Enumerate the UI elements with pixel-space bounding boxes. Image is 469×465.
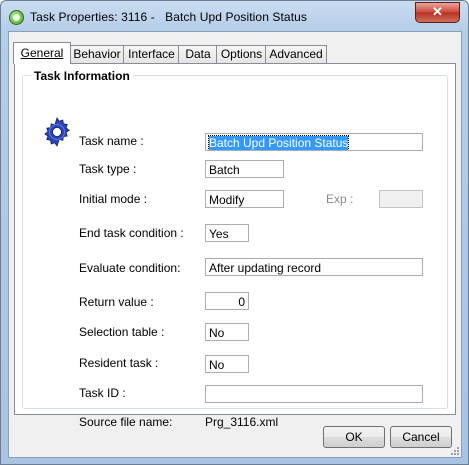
exp-label: Exp : [326, 192, 354, 206]
window-title: Task Properties: 3116 - Batch Upd Positi… [30, 10, 308, 24]
close-icon: ✕ [432, 4, 443, 19]
resident-task-label: Resident task : [79, 356, 159, 370]
close-button[interactable]: ✕ [415, 2, 460, 23]
tab-general[interactable]: General [13, 42, 71, 64]
tab-advanced[interactable]: Advanced [265, 45, 327, 63]
evaluate-condition-label: Evaluate condition: [79, 261, 181, 275]
task-id-field[interactable] [205, 385, 423, 403]
gear-icon [44, 117, 70, 147]
source-file-name-label: Source file name: [79, 415, 173, 429]
general-tab-panel: Task Information Task name : Batch Upd P… [14, 63, 456, 429]
resize-grip-icon[interactable] [449, 445, 459, 455]
task-id-label: Task ID : [79, 386, 126, 400]
dialog-body: General Behavior Interface Data Options … [8, 31, 462, 458]
ok-button[interactable]: OK [323, 426, 385, 448]
exp-field[interactable] [379, 190, 423, 208]
selection-table-field[interactable]: No [205, 323, 249, 341]
task-type-label: Task type : [79, 162, 137, 176]
dialog-window: Task Properties: 3116 - Batch Upd Positi… [0, 0, 469, 465]
return-value-field[interactable]: 0 [205, 292, 249, 310]
evaluate-condition-field[interactable]: After updating record [205, 258, 423, 276]
cancel-button[interactable]: Cancel [390, 426, 452, 448]
return-value-label: Return value : [79, 295, 154, 309]
initial-mode-field[interactable]: Modify [205, 190, 284, 208]
app-icon [9, 10, 24, 25]
tab-options[interactable]: Options [216, 45, 267, 63]
resident-task-field[interactable]: No [205, 355, 249, 373]
end-task-condition-field[interactable]: Yes [205, 224, 249, 242]
end-task-condition-label: End task condition : [79, 226, 184, 240]
task-type-field[interactable]: Batch [205, 160, 284, 178]
source-file-name-value: Prg_3116.xml [205, 415, 279, 429]
tab-interface[interactable]: Interface [123, 45, 180, 63]
tab-behavior[interactable]: Behavior [69, 45, 125, 63]
task-name-label: Task name : [79, 134, 144, 148]
initial-mode-label: Initial mode : [79, 192, 148, 206]
selection-table-label: Selection table : [79, 325, 165, 339]
tab-data[interactable]: Data [178, 45, 218, 63]
group-title: Task Information [31, 69, 133, 83]
task-name-field[interactable]: Batch Upd Position Status [205, 133, 423, 151]
title-bar[interactable]: Task Properties: 3116 - Batch Upd Positi… [1, 1, 468, 31]
